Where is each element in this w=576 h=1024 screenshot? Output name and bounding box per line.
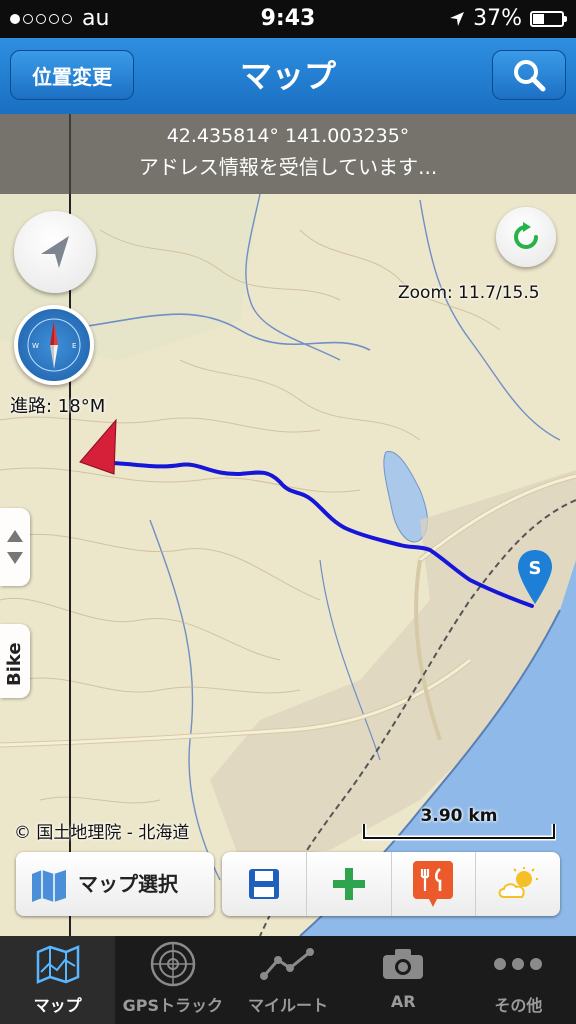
heading-readout: 進路: 18°M <box>10 396 106 417</box>
tab-gps-track[interactable]: GPSトラック <box>115 936 230 1024</box>
battery-percent: 37% <box>473 6 522 31</box>
bike-mode-label: Bike <box>4 642 25 686</box>
map-select-label: マップ選択 <box>78 872 178 896</box>
tab-my-route-label: マイルート <box>248 996 329 1015</box>
tab-more[interactable]: その他 <box>461 936 576 1024</box>
location-info-bar: 42.435814° 141.003235° アドレス情報を受信しています... <box>0 114 576 194</box>
side-stepper[interactable] <box>0 508 30 586</box>
weather-button[interactable] <box>476 852 560 916</box>
save-button[interactable] <box>222 852 307 916</box>
map-scale: 3.90 km <box>362 802 556 842</box>
map-icon <box>36 945 79 984</box>
map-select-button[interactable]: マップ選択 <box>16 852 214 916</box>
locate-button[interactable] <box>14 211 96 293</box>
navigation-arrow-icon <box>41 236 69 268</box>
scale-bar <box>362 824 556 841</box>
refresh-button[interactable] <box>496 207 556 267</box>
nav-bar: 位置変更 マップ <box>0 38 576 114</box>
restaurant-icon <box>413 861 454 907</box>
svg-text:E: E <box>72 342 76 350</box>
refresh-icon <box>514 222 538 249</box>
start-marker-label: S <box>529 558 542 579</box>
status-bar: au 9:43 37% <box>0 0 576 38</box>
address-status: アドレス情報を受信しています... <box>138 155 438 179</box>
tab-gps-track-label: GPSトラック <box>122 996 223 1015</box>
add-button[interactable] <box>307 852 392 916</box>
tab-ar[interactable]: AR <box>346 936 461 1024</box>
restaurant-button[interactable] <box>392 852 477 916</box>
radar-icon <box>150 941 196 987</box>
camera-icon <box>383 949 424 979</box>
location-arrow-icon <box>450 12 465 26</box>
battery-icon <box>530 11 567 27</box>
more-icon <box>494 958 543 970</box>
tab-map-label: マップ <box>33 996 82 1015</box>
route-icon <box>260 948 314 980</box>
compass-button[interactable]: E W <box>14 305 94 385</box>
tab-my-route[interactable]: マイルート <box>230 936 345 1024</box>
app-screen: au 9:43 37% 位置変更 マップ 42.435814° 141.0032… <box>0 0 576 1024</box>
search-icon <box>514 60 546 92</box>
tab-ar-label: AR <box>390 992 416 1011</box>
tab-bar: マップ GPSトラック マイルート AR その他 <box>0 936 576 1024</box>
map-toolbar <box>222 852 560 916</box>
add-icon <box>332 868 365 900</box>
svg-text:W: W <box>32 342 39 350</box>
save-icon <box>248 869 279 899</box>
search-button[interactable] <box>492 50 566 100</box>
map-icon <box>32 870 66 902</box>
weather-icon <box>498 867 539 898</box>
tab-map[interactable]: マップ <box>0 936 116 1024</box>
start-marker-icon[interactable]: S <box>516 548 554 606</box>
up-down-arrows-icon <box>7 530 23 564</box>
change-location-button[interactable]: 位置変更 <box>10 50 134 100</box>
map-copyright: © 国土地理院 - 北海道 <box>14 823 190 843</box>
tab-more-label: その他 <box>494 996 543 1015</box>
zoom-level: Zoom: 11.7/15.5 <box>398 283 540 303</box>
compass-icon: E W <box>27 318 81 372</box>
coordinates-readout: 42.435814° 141.003235° <box>166 125 410 147</box>
